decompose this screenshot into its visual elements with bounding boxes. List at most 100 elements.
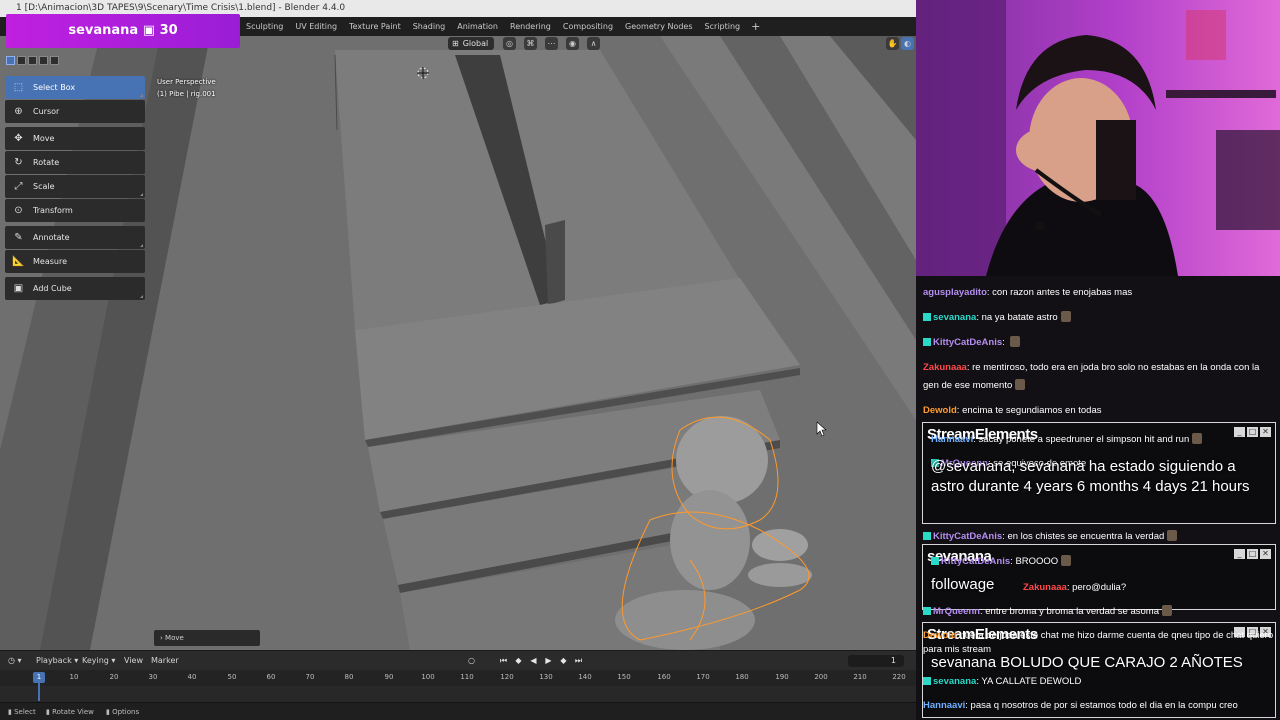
- emote-icon: [1167, 530, 1178, 541]
- tool-rotate[interactable]: ↻ Rotate: [5, 151, 145, 174]
- select-invert-icon[interactable]: [39, 56, 48, 65]
- last-operator-panel[interactable]: › Move: [154, 630, 260, 646]
- snap-options-icon[interactable]: ⋯: [545, 37, 558, 50]
- next-keyframe-icon[interactable]: ◆: [558, 655, 569, 666]
- transform-orientation-dropdown[interactable]: ⊞ Global: [448, 37, 495, 50]
- chat-user: agusplayadito: [923, 287, 987, 298]
- frame-tick: 150: [617, 673, 631, 681]
- tab-shading[interactable]: Shading: [407, 17, 452, 36]
- rotate-icon: ↻: [14, 157, 23, 168]
- tool-measure[interactable]: 📐 Measure: [5, 250, 145, 273]
- menu-label: Playback: [36, 656, 72, 665]
- frame-tick: 190: [775, 673, 789, 681]
- playhead[interactable]: 1: [33, 672, 45, 683]
- emote-icon: [1192, 433, 1203, 444]
- jump-start-icon[interactable]: ⏮: [498, 655, 509, 666]
- jump-end-icon[interactable]: ⏭: [573, 655, 584, 666]
- tool-annotate[interactable]: ✎ Annotate: [5, 226, 145, 249]
- tab-uv-editing[interactable]: UV Editing: [289, 17, 343, 36]
- tab-texture-paint[interactable]: Texture Paint: [343, 17, 407, 36]
- tool-label: Move: [33, 134, 55, 143]
- tool-cursor[interactable]: ⊕ Cursor: [5, 100, 145, 123]
- mouse-middle-icon: ▮: [46, 708, 50, 716]
- badge-icon: [923, 607, 931, 615]
- chat-message: MrQueenn: entre broma y broma la verdad …: [923, 603, 1275, 621]
- menu-view[interactable]: View: [124, 651, 143, 671]
- chat-text: en los chistes se encuentra la verdad: [1007, 531, 1165, 542]
- chat-message: KittyCatDeAnis: BROOOO: [931, 553, 1271, 571]
- prev-keyframe-icon[interactable]: ◆: [513, 655, 524, 666]
- proportional-edit-icon[interactable]: ◉: [566, 37, 579, 50]
- tool-shelf: ⬚ Select Box ⊕ Cursor ✥ Move ↻ Rotate ⤢ Scale…: [5, 76, 145, 301]
- play-reverse-icon[interactable]: ◀: [528, 655, 539, 666]
- streamelements-popup-2: StreamElements _ □ ✕ Dewold: fuera de jo…: [922, 622, 1276, 718]
- tool-select-box[interactable]: ⬚ Select Box: [5, 76, 145, 99]
- chat-message: agusplayadito: con razon antes te enojab…: [923, 287, 1133, 298]
- tool-add-cube[interactable]: ▣ Add Cube: [5, 277, 145, 300]
- overlay-toggle-icon[interactable]: ◐: [901, 37, 914, 50]
- play-icon[interactable]: ▶: [543, 655, 554, 666]
- popup-alert-text: followage: [931, 576, 995, 593]
- mouse-right-icon: ▮: [106, 708, 110, 716]
- pivot-icon[interactable]: ◎: [503, 37, 516, 50]
- record-icon[interactable]: ○: [468, 651, 475, 671]
- tab-compositing[interactable]: Compositing: [557, 17, 619, 36]
- tool-transform[interactable]: ⊙ Transform: [5, 199, 145, 222]
- menu-marker[interactable]: Marker: [151, 651, 179, 671]
- mouse-left-icon: ▮: [8, 708, 12, 716]
- chevron-right-icon: ›: [160, 634, 163, 642]
- select-extend-icon[interactable]: [17, 56, 26, 65]
- chat-user: Dewold: [923, 630, 957, 641]
- chat-message: sevanana: na ya batate astro: [923, 309, 1275, 327]
- tab-geometry-nodes[interactable]: Geometry Nodes: [619, 17, 698, 36]
- current-frame-field[interactable]: 1: [848, 655, 904, 667]
- chat-user: KittyCatDeAnis: [933, 337, 1003, 348]
- falloff-icon[interactable]: ∧: [587, 37, 600, 50]
- 3d-viewport[interactable]: ⊞ Global ◎ ⌘ ⋯ ◉ ∧ ✋ ◐ ⬚ Select Box ⊕ Cu…: [0, 36, 916, 650]
- tab-rendering[interactable]: Rendering: [504, 17, 557, 36]
- move-icon: ✥: [14, 133, 23, 144]
- frame-tick: 180: [735, 673, 749, 681]
- tab-sculpting[interactable]: Sculpting: [240, 17, 289, 36]
- chat-user: KittyCatDeAnis: [933, 531, 1003, 542]
- gift-icon: ▣: [142, 23, 156, 38]
- sub-user: sevanana: [68, 23, 139, 38]
- annotate-icon: ✎: [14, 232, 23, 243]
- global-icon: ⊞: [452, 39, 459, 48]
- chat-user: Zakunaaa: [1023, 582, 1067, 593]
- chat-message: Hannaavi: sacay ponete a speedruner el s…: [931, 431, 1271, 449]
- transform-icon: ⊙: [14, 205, 23, 216]
- frame-tick: 220: [892, 673, 906, 681]
- menu-playback[interactable]: Playback ▾: [36, 651, 78, 671]
- gizmo-toggle-icon[interactable]: ✋: [886, 37, 899, 50]
- frame-tick: 100: [421, 673, 435, 681]
- chat-user: Zakunaaa: [923, 362, 967, 373]
- tool-scale[interactable]: ⤢ Scale: [5, 175, 145, 198]
- tool-move[interactable]: ✥ Move: [5, 127, 145, 150]
- chat-text: entre broma y broma la verdad se asoma: [985, 606, 1159, 617]
- sub-count: 30: [159, 23, 178, 38]
- editor-type-icon[interactable]: ◷ ▾: [8, 651, 22, 671]
- tool-label: Scale: [33, 182, 55, 191]
- timeline-ruler[interactable]: 10 20 30 40 50 60 70 80 90 100 110 120 1…: [0, 670, 916, 686]
- timeline-tracks[interactable]: [0, 686, 916, 702]
- status-bar: ▮ Select ▮ Rotate View ▮ Options: [0, 702, 916, 720]
- snap-icon[interactable]: ⌘: [524, 37, 537, 50]
- status-label: Rotate View: [52, 708, 94, 716]
- badge-icon: [923, 338, 931, 346]
- tab-scripting[interactable]: Scripting: [699, 17, 747, 36]
- emote-icon: [1162, 605, 1172, 616]
- select-intersect-icon[interactable]: [50, 56, 59, 65]
- tool-label: Select Box: [33, 83, 76, 92]
- frame-tick: 90: [384, 673, 394, 681]
- select-subtract-icon[interactable]: [28, 56, 37, 65]
- frame-tick: 20: [109, 673, 119, 681]
- followage-popup: sevanana _ □ ✕ KittyCatDeAnis: BROOOO fo…: [922, 544, 1276, 610]
- select-new-icon[interactable]: [6, 56, 15, 65]
- emote-icon: [1061, 555, 1072, 566]
- chat-text: YA CALLATE DEWOLD: [981, 676, 1082, 687]
- tab-animation[interactable]: Animation: [451, 17, 504, 36]
- status-rotate-view: ▮ Rotate View: [46, 703, 94, 720]
- menu-keying[interactable]: Keying ▾: [82, 651, 115, 671]
- add-workspace-button[interactable]: +: [746, 17, 765, 36]
